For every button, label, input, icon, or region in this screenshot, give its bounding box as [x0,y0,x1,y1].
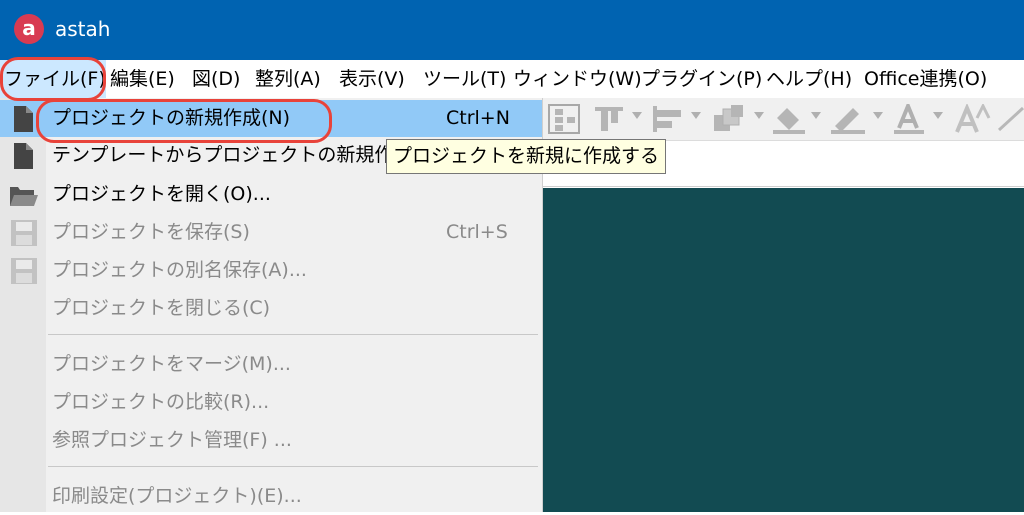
line-color-dropdown-icon[interactable] [873,112,883,119]
menu-item-label: プロジェクトを開く(O)... [52,183,271,205]
astah-logo-icon: a [14,14,44,44]
menu-item-reference-projects[interactable]: 参照プロジェクト管理(F) ... [0,422,542,459]
menu-align[interactable]: 整列(A) [255,60,321,98]
window-title: astah [55,17,111,41]
new-document-icon [14,106,33,132]
diagram-toolbar [543,98,1024,141]
font-color-icon[interactable] [891,104,927,134]
title-bar: a astah [0,0,1024,60]
menu-file[interactable]: ファイル(F) [0,60,106,98]
menu-separator [48,334,538,335]
menu-diagram[interactable]: 図(D) [192,60,240,98]
font-size-icon[interactable] [953,104,993,134]
align-top-dropdown-icon[interactable] [632,112,642,119]
menu-item-shortcut: Ctrl+N [446,107,510,129]
diagram-canvas[interactable] [543,188,1024,512]
menu-view[interactable]: 表示(V) [339,60,405,98]
menu-item-label: プロジェクトの新規作成(N) [52,107,291,129]
menu-tools[interactable]: ツール(T) [423,60,506,98]
menu-item-label: プロジェクトを保存(S) [52,221,250,243]
save-as-icon [11,258,37,284]
menu-item-label: プロジェクトを閉じる(C) [52,297,271,319]
fill-color-icon[interactable] [771,104,807,134]
align-top-icon[interactable] [593,104,625,134]
template-document-icon [14,143,33,169]
align-left-icon[interactable] [651,104,685,134]
line-color-icon[interactable] [829,104,869,134]
arrange-dropdown-icon[interactable] [754,112,764,119]
menu-item-label: テンプレートからプロジェクトの新規作 [52,144,394,166]
menu-plugins[interactable]: プラグイン(P) [641,60,762,98]
fill-color-dropdown-icon[interactable] [811,112,821,119]
align-left-dropdown-icon[interactable] [691,112,701,119]
menu-bar: ファイル(F) 編集(E) 図(D) 整列(A) 表示(V) ツール(T) ウィ… [0,60,1024,98]
menu-item-save-project[interactable]: プロジェクトを保存(S) Ctrl+S [0,214,542,251]
menu-help[interactable]: ヘルプ(H) [766,60,852,98]
line-tool-icon[interactable] [997,104,1024,134]
menu-item-save-as[interactable]: プロジェクトの別名保存(A)... [0,252,542,289]
menu-item-label: プロジェクトの比較(R)... [52,391,270,413]
tooltip: プロジェクトを新規に作成する [386,139,667,174]
menu-item-compare-project[interactable]: プロジェクトの比較(R)... [0,384,542,421]
open-folder-icon [10,187,38,206]
menu-item-label: 参照プロジェクト管理(F) ... [52,429,292,451]
arrange-front-icon[interactable] [711,104,747,134]
menu-item-new-project[interactable]: プロジェクトの新規作成(N) Ctrl+N [0,100,542,137]
menu-item-label: プロジェクトをマージ(M)... [52,353,291,375]
menu-item-open-project[interactable]: プロジェクトを開く(O)... [0,176,542,213]
menu-window[interactable]: ウィンドウ(W) [513,60,642,98]
menu-separator [48,466,538,467]
tree-layout-icon[interactable] [547,104,581,134]
menu-item-print-settings[interactable]: 印刷設定(プロジェクト)(E)... [0,478,542,515]
menu-office[interactable]: Office連携(O) [864,60,987,98]
font-color-dropdown-icon[interactable] [933,112,943,119]
save-icon [11,220,37,246]
menu-edit[interactable]: 編集(E) [110,60,175,98]
menu-item-close-project[interactable]: プロジェクトを閉じる(C) [0,290,542,327]
menu-item-shortcut: Ctrl+S [446,221,508,243]
menu-item-label: プロジェクトの別名保存(A)... [52,259,307,281]
menu-item-merge-project[interactable]: プロジェクトをマージ(M)... [0,346,542,383]
menu-item-label: 印刷設定(プロジェクト)(E)... [52,485,302,507]
